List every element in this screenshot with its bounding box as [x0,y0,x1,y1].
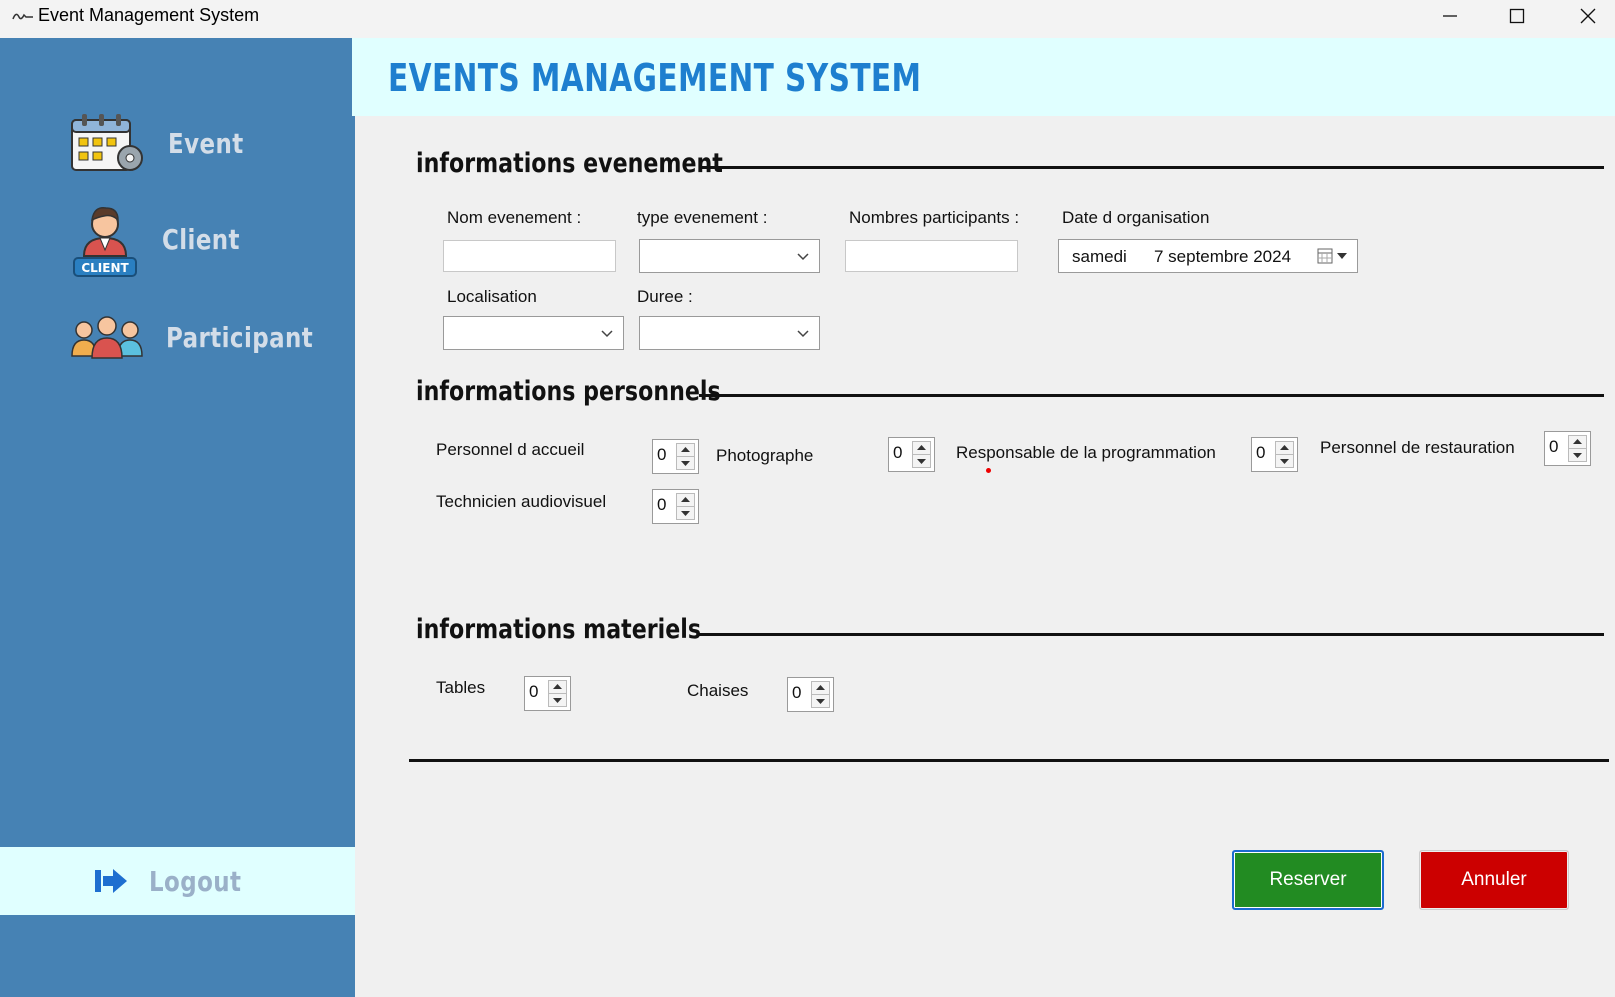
calendar-gear-icon [71,114,143,171]
stepper-value: 0 [893,443,903,462]
section-personnel-info: informations personnels [416,376,788,407]
chevron-down-icon [797,330,809,338]
page-title: EVENTS MANAGEMENT SYSTEM [388,56,922,100]
minimize-button[interactable] [1415,0,1485,32]
photographe-stepper[interactable]: 0 [888,437,935,472]
logout-arrow-icon [95,869,128,893]
personnel-accueil-label: Personnel d accueil [436,440,585,459]
stepper-value: 0 [529,682,539,701]
date-organisation-picker[interactable]: samedi 7 septembre 2024 [1058,239,1358,273]
maximize-button[interactable] [1482,0,1552,32]
client-badge-text: CLIENT [81,261,129,275]
sidebar-item-label: Event [168,126,244,160]
chevron-down-icon [601,330,613,338]
personnel-accueil-stepper[interactable]: 0 [652,439,699,474]
logout-label: Logout [149,864,242,898]
close-button[interactable] [1553,0,1615,32]
section-event-info: informations evenement [416,148,790,179]
spinner-arrows-icon[interactable] [1568,435,1587,462]
date-organisation-label: Date d organisation [1062,208,1210,227]
calendar-dropdown-icon[interactable] [1317,247,1349,265]
logout-button[interactable]: Logout [0,847,355,915]
stepper-value: 0 [792,683,802,702]
sidebar-item-label: Client [162,222,240,256]
section-heading: informations materiels [416,614,702,645]
stepper-value: 0 [1549,437,1559,456]
section-heading: informations evenement [416,148,723,179]
tables-stepper[interactable]: 0 [524,676,571,711]
spinner-arrows-icon[interactable] [548,680,567,707]
personnel-restauration-label: Personnel de restauration [1320,438,1515,457]
window-titlebar: Event Management System [0,0,1615,38]
stepper-value: 0 [657,445,667,464]
personnel-restauration-stepper[interactable]: 0 [1544,431,1591,466]
technicien-audiovisuel-stepper[interactable]: 0 [652,489,699,524]
tables-label: Tables [436,678,486,697]
spinner-arrows-icon[interactable] [811,681,830,708]
chevron-down-icon [797,253,809,261]
localisation-select[interactable] [443,316,624,350]
section-divider [699,633,1604,636]
date-day: samedi [1072,247,1127,266]
nombres-participants-label: Nombres participants : [849,208,1020,227]
nombres-participants-input[interactable] [845,240,1018,272]
bottom-divider [409,759,1609,762]
app-icon [12,9,33,23]
stepper-value: 0 [657,495,667,514]
type-evenement-label: type evenement : [637,208,768,227]
spinner-arrows-icon[interactable] [676,443,695,470]
chaises-stepper[interactable]: 0 [787,677,834,712]
responsable-programmation-label: Responsable de la programmation [956,443,1216,462]
nom-evenement-input[interactable] [443,240,616,272]
chaises-label: Chaises [687,681,749,700]
spinner-arrows-icon[interactable] [912,441,931,468]
reserve-button[interactable]: Reserver [1232,850,1384,910]
participants-icon [71,316,143,359]
maximize-icon [1509,8,1525,24]
sidebar-item-label: Participant [166,320,314,354]
cancel-button[interactable]: Annuler [1419,850,1569,910]
close-icon [1580,8,1596,24]
photographe-label: Photographe [716,446,814,465]
section-heading: informations personnels [416,376,721,407]
localisation-label: Localisation [447,287,537,306]
duree-label: Duree : [637,287,693,306]
page-header: EVENTS MANAGEMENT SYSTEM [352,38,1615,116]
stepper-value: 0 [1256,443,1266,462]
sidebar-item-event[interactable]: Event [70,112,260,174]
section-materiel-info: informations materiels [416,614,764,645]
responsable-programmation-stepper[interactable]: 0 [1251,437,1298,472]
type-evenement-select[interactable] [639,239,820,273]
sidebar-item-participant[interactable]: Participant [70,314,345,360]
sidebar-item-client[interactable]: CLIENT Client [70,200,257,278]
client-icon: CLIENT [73,207,137,277]
spinner-arrows-icon[interactable] [676,493,695,520]
duree-select[interactable] [639,316,820,350]
section-divider [699,166,1604,169]
spinner-arrows-icon[interactable] [1275,441,1294,468]
technicien-audiovisuel-label: Technicien audiovisuel [436,492,607,511]
window-title: Event Management System [38,5,260,25]
nom-evenement-label: Nom evenement : [447,208,582,227]
section-divider [699,394,1604,397]
validation-dot [986,468,991,473]
minimize-icon [1443,15,1457,17]
date-value: 7 septembre 2024 [1154,247,1292,266]
